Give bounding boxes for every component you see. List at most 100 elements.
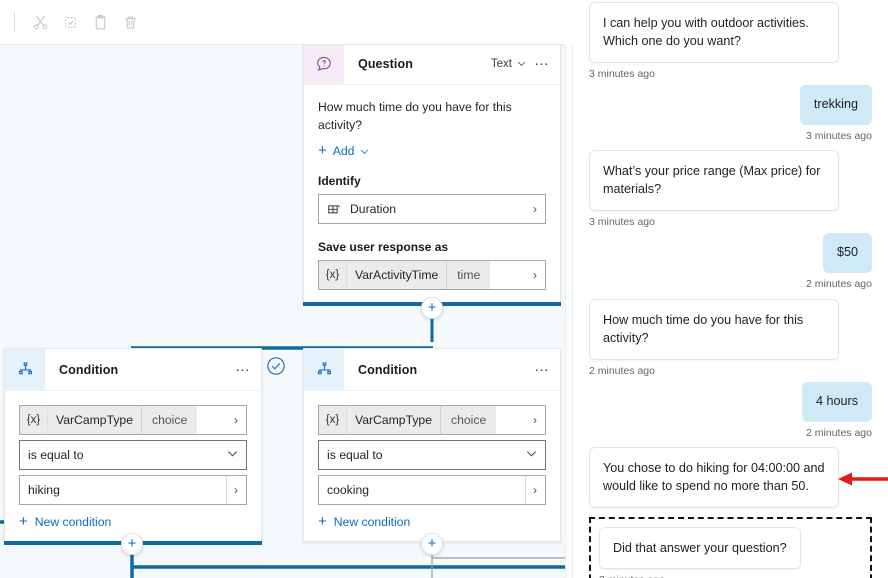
variable-name: VarCampType xyxy=(347,406,441,434)
canvas-scrollbar[interactable] xyxy=(565,45,573,578)
identify-entity-picker[interactable]: Duration › xyxy=(318,194,546,224)
message-timestamp: 2 minutes ago xyxy=(589,427,872,439)
add-label: Add xyxy=(333,144,355,158)
condition-right-header-actions: … xyxy=(534,363,560,376)
variable-badge-icon: {x} xyxy=(319,406,347,434)
condition-left-header-actions: … xyxy=(235,363,261,376)
condition-right-menu-button[interactable]: … xyxy=(534,363,550,376)
condition-right-variable-field[interactable]: {x} VarCampType choice › xyxy=(318,405,546,435)
bot-message-bubble: You chose to do hiking for 04:00:00 and … xyxy=(589,447,839,508)
chevron-down-icon xyxy=(360,147,369,156)
variable-name: VarCampType xyxy=(48,406,142,434)
condition-right-body: {x} VarCampType choice › is equal to coo… xyxy=(304,391,560,541)
delete-icon[interactable] xyxy=(115,7,145,37)
question-node-menu-button[interactable]: … xyxy=(534,57,550,70)
variable-badge-icon: {x} xyxy=(319,261,347,289)
question-node-header[interactable]: Question Text … xyxy=(304,45,560,85)
new-condition-label: New condition xyxy=(35,515,112,529)
message-timestamp: 3 minutes ago xyxy=(589,130,872,142)
condition-left-operator-value: is equal to xyxy=(28,448,84,462)
add-node-button-main[interactable]: + xyxy=(421,297,443,319)
condition-node-left[interactable]: Condition … {x} VarCampType choice › is … xyxy=(4,348,262,542)
flow-canvas[interactable]: Question Text … How much time do you hav… xyxy=(0,45,565,578)
user-message-bubble: $50 xyxy=(823,233,872,273)
condition-right-operator-dropdown[interactable]: is equal to xyxy=(318,440,546,470)
question-node[interactable]: Question Text … How much time do you hav… xyxy=(303,45,561,303)
entity-icon xyxy=(327,202,341,216)
identify-entity-value: Duration xyxy=(350,202,396,216)
condition-left-value: hiking xyxy=(28,483,60,497)
bot-message-bubble: What’s your price range (Max price) for … xyxy=(589,150,839,211)
paste-icon[interactable] xyxy=(85,7,115,37)
question-node-body: How much time do you have for this activ… xyxy=(304,85,560,302)
test-chat-panel[interactable]: I can help you with outdoor activities. … xyxy=(573,0,888,578)
add-node-button-left-branch[interactable]: + xyxy=(121,533,143,555)
canvas-toolbar xyxy=(0,0,565,45)
question-icon xyxy=(304,45,344,85)
chevron-right-icon: › xyxy=(525,476,537,504)
chat-message-2: trekking 3 minutes ago xyxy=(573,85,888,142)
question-prompt-text: How much time do you have for this activ… xyxy=(318,99,546,134)
save-response-label: Save user response as xyxy=(318,240,546,254)
condition-left-header[interactable]: Condition … xyxy=(5,349,261,391)
message-timestamp: 2 minutes ago xyxy=(589,278,872,290)
bot-message-bubble: How much time do you have for this activ… xyxy=(589,299,839,360)
condition-left-value-field[interactable]: hiking › xyxy=(19,475,247,505)
message-timestamp: 3 minutes ago xyxy=(589,216,872,228)
plus-icon: + xyxy=(318,516,327,528)
condition-right-header[interactable]: Condition … xyxy=(304,349,560,391)
condition-right-value-field[interactable]: cooking › xyxy=(318,475,546,505)
variable-type: choice xyxy=(441,406,496,434)
save-response-variable-field[interactable]: {x} VarActivityTime time › xyxy=(318,260,546,290)
variable-type: choice xyxy=(142,406,197,434)
message-timestamp: 2 minutes ago xyxy=(599,574,862,578)
response-type-dropdown[interactable]: Text xyxy=(491,58,526,70)
condition-left-variable-field[interactable]: {x} VarCampType choice › xyxy=(19,405,247,435)
message-timestamp: 2 minutes ago xyxy=(589,365,872,377)
variable-type: time xyxy=(447,261,490,289)
variable-name: VarActivityTime xyxy=(347,261,447,289)
condition-left-new-condition-button[interactable]: + New condition xyxy=(19,515,247,529)
chevron-right-icon: › xyxy=(533,406,545,434)
message-timestamp: 3 minutes ago xyxy=(589,68,872,80)
bot-message-bubble: Did that answer your question? xyxy=(599,527,801,569)
user-message-bubble: 4 hours xyxy=(802,382,872,422)
chat-message-1: I can help you with outdoor activities. … xyxy=(573,2,888,80)
chevron-down-icon xyxy=(517,59,526,68)
chevron-right-icon: › xyxy=(226,476,238,504)
condition-right-operator-value: is equal to xyxy=(327,448,383,462)
condition-left-operator-dropdown[interactable]: is equal to xyxy=(19,440,247,470)
highlighted-message-group: Did that answer your question? 2 minutes… xyxy=(589,517,872,578)
add-node-button-right-branch[interactable]: + xyxy=(421,533,443,555)
toolbar-divider xyxy=(14,12,15,32)
condition-icon xyxy=(5,349,45,391)
variable-badge-icon: {x} xyxy=(20,406,48,434)
chevron-down-icon xyxy=(227,448,238,462)
cut-icon[interactable] xyxy=(25,7,55,37)
plus-icon: + xyxy=(19,516,28,528)
check-circle-icon xyxy=(266,356,286,376)
condition-left-body: {x} VarCampType choice › is equal to hik… xyxy=(5,391,261,541)
condition-left-title: Condition xyxy=(59,363,118,377)
chevron-right-icon: › xyxy=(234,406,246,434)
condition-right-value: cooking xyxy=(327,483,369,497)
chat-message-6: 4 hours 2 minutes ago xyxy=(573,382,888,439)
chat-message-3: What’s your price range (Max price) for … xyxy=(573,150,888,228)
app-root: Question Text … How much time do you hav… xyxy=(0,0,888,578)
condition-node-right[interactable]: Condition … {x} VarCampType choice › is … xyxy=(303,348,561,542)
chat-message-5: How much time do you have for this activ… xyxy=(573,299,888,377)
chevron-down-icon xyxy=(526,448,537,462)
chevron-right-icon: › xyxy=(533,261,545,289)
question-node-header-actions: Text … xyxy=(491,57,560,70)
add-message-variation-button[interactable]: + Add xyxy=(318,144,546,158)
authoring-pane: Question Text … How much time do you hav… xyxy=(0,0,565,578)
condition-icon xyxy=(304,349,344,391)
condition-left-menu-button[interactable]: … xyxy=(235,363,251,376)
copy-icon[interactable] xyxy=(55,7,85,37)
condition-right-new-condition-button[interactable]: + New condition xyxy=(318,515,546,529)
question-node-title: Question xyxy=(358,57,413,71)
red-left-arrow xyxy=(836,470,888,488)
identify-label: Identify xyxy=(318,174,546,188)
chat-message-4: $50 2 minutes ago xyxy=(573,233,888,290)
bot-message-bubble: I can help you with outdoor activities. … xyxy=(589,2,839,63)
